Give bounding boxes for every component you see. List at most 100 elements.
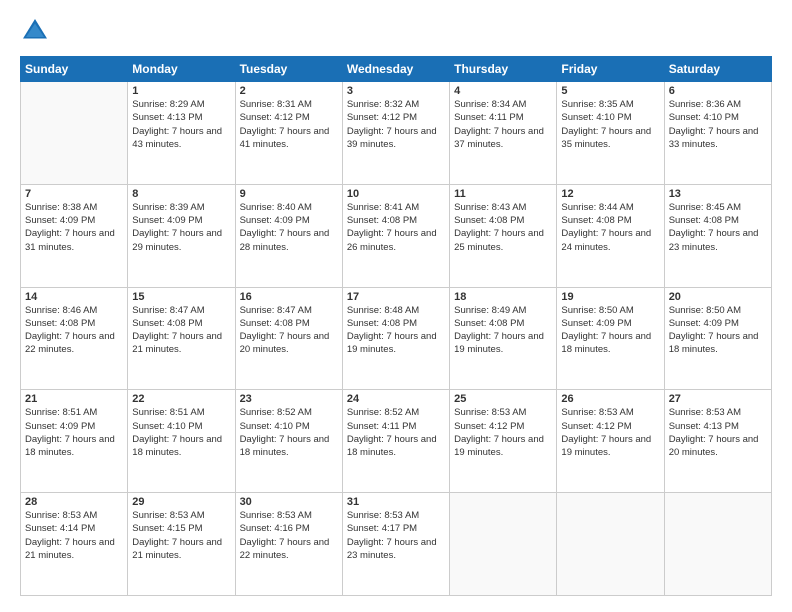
- day-number: 12: [561, 188, 659, 200]
- daylight-text: Daylight: 7 hours and 19 minutes.: [561, 434, 651, 458]
- day-cell: 30Sunrise: 8:53 AMSunset: 4:16 PMDayligh…: [235, 493, 342, 596]
- sunset-text: Sunset: 4:10 PM: [132, 421, 202, 432]
- daylight-text: Daylight: 7 hours and 25 minutes.: [454, 228, 544, 252]
- sunset-text: Sunset: 4:09 PM: [25, 215, 95, 226]
- sunrise-text: Sunrise: 8:38 AM: [25, 202, 97, 213]
- sunrise-text: Sunrise: 8:53 AM: [669, 407, 741, 418]
- calendar-table: SundayMondayTuesdayWednesdayThursdayFrid…: [20, 56, 772, 596]
- day-info: Sunrise: 8:51 AMSunset: 4:09 PMDaylight:…: [25, 406, 123, 459]
- day-info: Sunrise: 8:36 AMSunset: 4:10 PMDaylight:…: [669, 98, 767, 151]
- day-number: 16: [240, 291, 338, 303]
- day-info: Sunrise: 8:44 AMSunset: 4:08 PMDaylight:…: [561, 201, 659, 254]
- day-cell: 13Sunrise: 8:45 AMSunset: 4:08 PMDayligh…: [664, 184, 771, 287]
- day-info: Sunrise: 8:35 AMSunset: 4:10 PMDaylight:…: [561, 98, 659, 151]
- day-number: 4: [454, 85, 552, 97]
- day-info: Sunrise: 8:48 AMSunset: 4:08 PMDaylight:…: [347, 304, 445, 357]
- day-info: Sunrise: 8:53 AM Sunset: 4:13 PM Daylight:…: [669, 406, 767, 459]
- sunrise-text: Sunrise: 8:47 AM: [132, 305, 204, 316]
- sunset-text: Sunset: 4:11 PM: [454, 112, 524, 123]
- sunset-text: Sunset: 4:10 PM: [561, 112, 631, 123]
- sunrise-text: Sunrise: 8:53 AM: [240, 510, 312, 521]
- sunset-text: Sunset: 4:08 PM: [669, 215, 739, 226]
- sunset-text: Sunset: 4:09 PM: [240, 215, 310, 226]
- sunset-text: Sunset: 4:12 PM: [454, 421, 524, 432]
- day-cell: 16Sunrise: 8:47 AMSunset: 4:08 PMDayligh…: [235, 287, 342, 390]
- day-number: 18: [454, 291, 552, 303]
- week-row-1: 7 Sunrise: 8:38 AM Sunset: 4:09 PM Daylight…: [21, 184, 772, 287]
- day-number: 14: [25, 291, 123, 303]
- day-number: 2: [240, 85, 338, 97]
- day-cell: 10Sunrise: 8:41 AMSunset: 4:08 PMDayligh…: [342, 184, 449, 287]
- day-cell: 1Sunrise: 8:29 AMSunset: 4:13 PMDaylight…: [128, 82, 235, 185]
- sunset-text: Sunset: 4:15 PM: [132, 523, 202, 534]
- day-cell: 4Sunrise: 8:34 AMSunset: 4:11 PMDaylight…: [450, 82, 557, 185]
- day-number: 15: [132, 291, 230, 303]
- sunrise-text: Sunrise: 8:50 AM: [669, 305, 741, 316]
- day-cell: 29Sunrise: 8:53 AMSunset: 4:15 PMDayligh…: [128, 493, 235, 596]
- day-number: 21: [25, 393, 123, 405]
- day-info: Sunrise: 8:53 AMSunset: 4:12 PMDaylight:…: [454, 406, 552, 459]
- day-cell: 14Sunrise: 8:46 AMSunset: 4:08 PMDayligh…: [21, 287, 128, 390]
- day-number: 29: [132, 496, 230, 508]
- day-number: 30: [240, 496, 338, 508]
- day-number: 8: [132, 188, 230, 200]
- day-cell: 17Sunrise: 8:48 AMSunset: 4:08 PMDayligh…: [342, 287, 449, 390]
- daylight-text: Daylight: 7 hours and 31 minutes.: [25, 228, 115, 252]
- col-header-thursday: Thursday: [450, 57, 557, 82]
- daylight-text: Daylight: 7 hours and 18 minutes.: [240, 434, 330, 458]
- sunset-text: Sunset: 4:09 PM: [132, 215, 202, 226]
- day-info: Sunrise: 8:52 AMSunset: 4:11 PMDaylight:…: [347, 406, 445, 459]
- day-info: Sunrise: 8:31 AMSunset: 4:12 PMDaylight:…: [240, 98, 338, 151]
- day-cell: 24Sunrise: 8:52 AMSunset: 4:11 PMDayligh…: [342, 390, 449, 493]
- day-cell: 9Sunrise: 8:40 AMSunset: 4:09 PMDaylight…: [235, 184, 342, 287]
- daylight-text: Daylight: 7 hours and 23 minutes.: [669, 228, 759, 252]
- sunset-text: Sunset: 4:08 PM: [454, 318, 524, 329]
- sunrise-text: Sunrise: 8:48 AM: [347, 305, 419, 316]
- day-cell: 21Sunrise: 8:51 AMSunset: 4:09 PMDayligh…: [21, 390, 128, 493]
- day-number: 25: [454, 393, 552, 405]
- sunset-text: Sunset: 4:13 PM: [669, 421, 739, 432]
- sunrise-text: Sunrise: 8:31 AM: [240, 99, 312, 110]
- sunset-text: Sunset: 4:12 PM: [347, 112, 417, 123]
- sunset-text: Sunset: 4:13 PM: [132, 112, 202, 123]
- sunrise-text: Sunrise: 8:53 AM: [561, 407, 633, 418]
- day-number: 3: [347, 85, 445, 97]
- day-info: Sunrise: 8:38 AM Sunset: 4:09 PM Daylight:…: [25, 201, 123, 254]
- week-row-2: 14Sunrise: 8:46 AMSunset: 4:08 PMDayligh…: [21, 287, 772, 390]
- daylight-text: Daylight: 7 hours and 22 minutes.: [25, 331, 115, 355]
- daylight-text: Daylight: 7 hours and 18 minutes.: [347, 434, 437, 458]
- col-header-wednesday: Wednesday: [342, 57, 449, 82]
- sunset-text: Sunset: 4:08 PM: [240, 318, 310, 329]
- day-cell: 3Sunrise: 8:32 AMSunset: 4:12 PMDaylight…: [342, 82, 449, 185]
- day-cell: 19Sunrise: 8:50 AMSunset: 4:09 PMDayligh…: [557, 287, 664, 390]
- day-cell: 27Sunrise: 8:53 AMSunset: 4:13 PMDayligh…: [664, 390, 771, 493]
- daylight-text: Daylight: 7 hours and 20 minutes.: [669, 434, 759, 458]
- daylight-text: Daylight: 7 hours and 18 minutes.: [669, 331, 759, 355]
- daylight-text: Daylight: 7 hours and 18 minutes.: [561, 331, 651, 355]
- col-header-tuesday: Tuesday: [235, 57, 342, 82]
- sunrise-text: Sunrise: 8:29 AM: [132, 99, 204, 110]
- day-info: Sunrise: 8:53 AMSunset: 4:14 PMDaylight:…: [25, 509, 123, 562]
- sunset-text: Sunset: 4:17 PM: [347, 523, 417, 534]
- sunrise-text: Sunrise: 8:41 AM: [347, 202, 419, 213]
- daylight-text: Daylight: 7 hours and 35 minutes.: [561, 126, 651, 150]
- sunrise-text: Sunrise: 8:49 AM: [454, 305, 526, 316]
- day-cell: 25Sunrise: 8:53 AMSunset: 4:12 PMDayligh…: [450, 390, 557, 493]
- sunrise-text: Sunrise: 8:36 AM: [669, 99, 741, 110]
- sunset-text: Sunset: 4:10 PM: [240, 421, 310, 432]
- daylight-text: Daylight: 7 hours and 19 minutes.: [347, 331, 437, 355]
- sunset-text: Sunset: 4:08 PM: [347, 215, 417, 226]
- day-cell: 20Sunrise: 8:50 AMSunset: 4:09 PMDayligh…: [664, 287, 771, 390]
- day-number: 31: [347, 496, 445, 508]
- day-info: Sunrise: 8:53 AMSunset: 4:17 PMDaylight:…: [347, 509, 445, 562]
- sunset-text: Sunset: 4:09 PM: [25, 421, 95, 432]
- day-info: Sunrise: 8:49 AMSunset: 4:08 PMDaylight:…: [454, 304, 552, 357]
- page: SundayMondayTuesdayWednesdayThursdayFrid…: [0, 0, 792, 612]
- day-number: 7: [25, 188, 123, 200]
- day-info: Sunrise: 8:47 AMSunset: 4:08 PMDaylight:…: [240, 304, 338, 357]
- daylight-text: Daylight: 7 hours and 21 minutes.: [25, 537, 115, 561]
- day-number: 28: [25, 496, 123, 508]
- sunset-text: Sunset: 4:12 PM: [561, 421, 631, 432]
- daylight-text: Daylight: 7 hours and 39 minutes.: [347, 126, 437, 150]
- day-cell: 11Sunrise: 8:43 AMSunset: 4:08 PMDayligh…: [450, 184, 557, 287]
